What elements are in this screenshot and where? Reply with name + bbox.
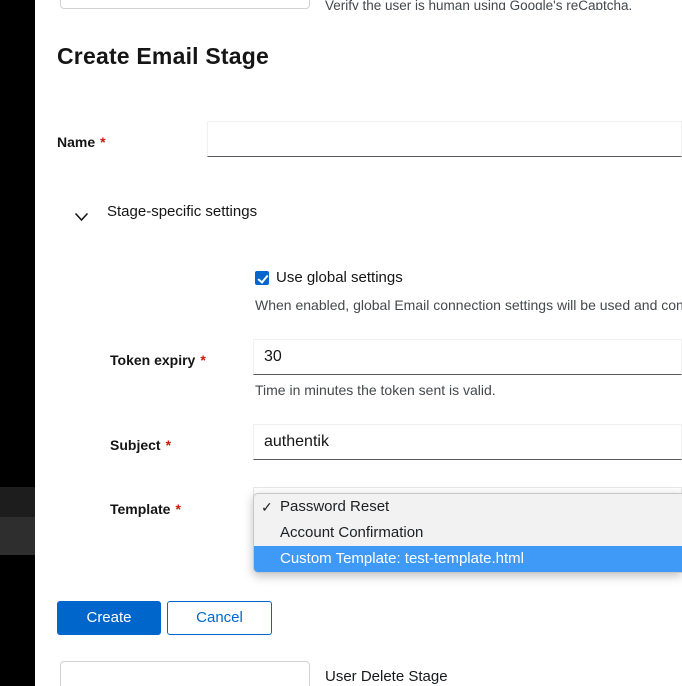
- name-label: Name*: [57, 134, 106, 150]
- template-dropdown-menu: ✓ Password Reset Account Confirmation Cu…: [253, 493, 682, 573]
- token-expiry-help: Time in minutes the token sent is valid.: [255, 382, 682, 398]
- template-option-custom-template[interactable]: Custom Template: test-template.html: [254, 546, 682, 572]
- subject-label: Subject*: [110, 437, 171, 453]
- name-input[interactable]: [207, 121, 682, 157]
- required-asterisk: *: [200, 352, 205, 368]
- use-global-settings-help: When enabled, global Email connection se…: [255, 297, 682, 313]
- background-row-description: User Delete Stage: [325, 668, 448, 685]
- app-sidebar: [0, 0, 35, 686]
- template-option-password-reset[interactable]: ✓ Password Reset: [254, 494, 682, 520]
- required-asterisk: *: [175, 501, 180, 517]
- create-email-stage-modal: Create Email Stage Name* Stage-specific …: [35, 10, 682, 659]
- use-global-settings-checkbox[interactable]: [255, 271, 269, 285]
- token-expiry-input[interactable]: 30: [253, 339, 682, 375]
- background-table-cell: [60, 0, 310, 9]
- token-expiry-label: Token expiry*: [110, 352, 206, 368]
- subject-input[interactable]: authentik: [253, 424, 682, 460]
- background-table-cell: [60, 661, 310, 686]
- chevron-down-icon: [75, 209, 88, 218]
- background-row-description: Verify the user is human using Google's …: [325, 0, 632, 10]
- modal-title: Create Email Stage: [57, 43, 269, 70]
- use-global-settings-label: Use global settings: [276, 269, 403, 286]
- template-option-account-confirmation[interactable]: Account Confirmation: [254, 520, 682, 546]
- screen: Verify the user is human using Google's …: [0, 0, 682, 686]
- stage-specific-settings-label: Stage-specific settings: [107, 203, 257, 220]
- sidebar-item-highlight: [0, 487, 35, 517]
- required-asterisk: *: [166, 437, 171, 453]
- background-page-bottom: User Delete Stage: [35, 659, 682, 686]
- sidebar-item-hover: [0, 517, 35, 555]
- required-asterisk: *: [100, 134, 105, 150]
- selected-check-icon: ✓: [261, 494, 273, 520]
- template-label: Template*: [110, 501, 181, 517]
- background-page-top: Verify the user is human using Google's …: [35, 0, 682, 10]
- cancel-button[interactable]: Cancel: [167, 601, 272, 635]
- create-button[interactable]: Create: [57, 601, 161, 635]
